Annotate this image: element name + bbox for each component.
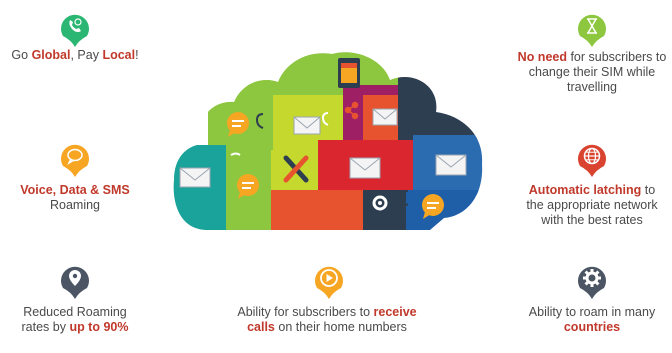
feature-text: Reduced Roaming rates by up to 90% (16, 305, 134, 335)
gear-icon (571, 259, 613, 301)
puzzle-piece (406, 190, 483, 231)
feature-reduced-rates: Reduced Roaming rates by up to 90% (0, 255, 150, 353)
feature-no-sim-change: No need for subscribers to change their … (512, 0, 672, 120)
play-icon (308, 259, 350, 301)
feature-text: Voice, Data & SMS Roaming (12, 183, 138, 213)
feature-text-part: , Pay (70, 48, 103, 62)
feature-text: Ability to roam in many countries (512, 305, 672, 335)
feature-text: Automatic latching to the appropriate ne… (524, 183, 660, 228)
feature-text-part: Ability to roam in many (528, 305, 656, 319)
highlight-text: countries (563, 320, 621, 334)
feature-text: Go Global, Pay Local! (0, 48, 150, 63)
puzzle-cloud-illustration (168, 40, 488, 245)
chat-bubble-icon (54, 137, 96, 179)
feature-text-part: Go (11, 48, 32, 62)
feature-voice-data-sms: Voice, Data & SMS Roaming (0, 135, 150, 225)
feature-roam-countries: Ability to roam in many countries (512, 255, 672, 345)
puzzle-piece (271, 190, 366, 231)
puzzle-piece (398, 70, 483, 140)
highlight-text: Local (102, 48, 136, 62)
mobile-phone-icon (338, 58, 360, 88)
feature-text-part: their home numbers (292, 320, 407, 334)
feature-text: No need for subscribers to change their … (512, 50, 672, 95)
hourglass-icon (571, 7, 613, 49)
feature-text-part: on (274, 320, 293, 334)
highlight-text: Global (31, 48, 71, 62)
feature-go-global: Go Global, Pay Local! (0, 0, 150, 90)
location-icon (54, 259, 96, 301)
highlight-text: Voice, Data & SMS (20, 183, 130, 197)
puzzle-piece (173, 145, 228, 231)
feature-text: Ability for subscribers to receive calls… (222, 305, 432, 335)
highlight-text: up to 90% (69, 320, 129, 334)
globe-icon (571, 137, 613, 179)
highlight-text: Automatic latching (528, 183, 642, 197)
phone-icon (54, 7, 96, 49)
feature-text-part: Ability for subscribers to (237, 305, 374, 319)
feature-text-part: ! (135, 48, 139, 62)
feature-receive-calls: Ability for subscribers to receive calls… (222, 255, 432, 345)
feature-text-part: Roaming (49, 198, 101, 212)
feature-auto-latching: Automatic latching to the appropriate ne… (512, 135, 672, 255)
highlight-text: No need (517, 50, 567, 64)
